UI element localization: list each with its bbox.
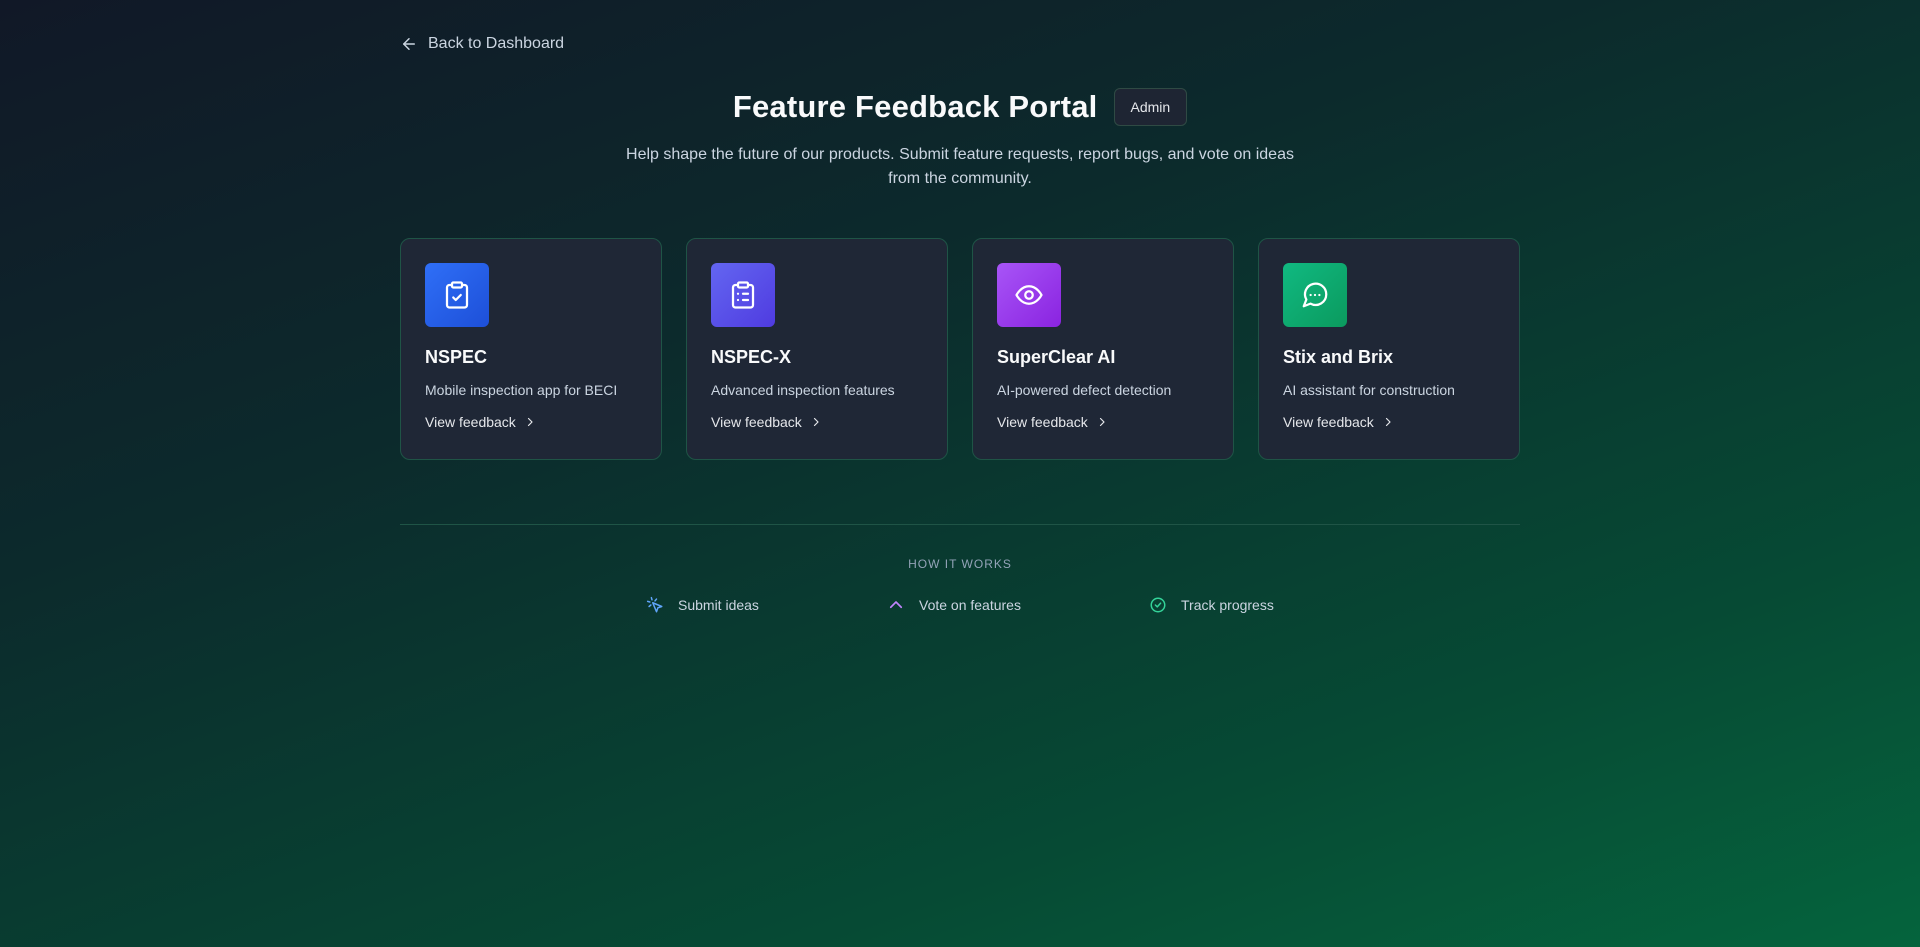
back-label: Back to Dashboard — [428, 35, 565, 52]
view-feedback-label: View feedback — [1283, 414, 1374, 430]
product-name: NSPEC-X — [711, 347, 792, 367]
product-icon-tile — [997, 263, 1061, 327]
product-description: Mobile inspection app for BECI — [425, 382, 618, 398]
view-feedback-link[interactable]: View feedback — [425, 414, 637, 430]
how-step-label: Vote on features — [919, 597, 1021, 613]
product-card-nspec[interactable]: NSPEC Mobile inspection app for BECI Vie… — [400, 238, 662, 460]
how-step-submit-ideas: Submit ideas — [646, 596, 759, 614]
chevron-right-icon — [813, 417, 819, 427]
view-feedback-link[interactable]: View feedback — [711, 414, 923, 430]
product-icon-tile — [1283, 263, 1347, 327]
product-card-nspec-x[interactable]: NSPEC-X Advanced inspection features Vie… — [686, 238, 948, 460]
product-icon-tile — [711, 263, 775, 327]
header: Feature Feedback Portal Admin — [400, 88, 1520, 126]
pointer-click-icon — [646, 596, 663, 613]
product-icon-tile — [425, 263, 489, 327]
clipboard-check-icon — [445, 281, 469, 309]
chevron-right-icon — [1099, 417, 1105, 427]
chevron-up-icon — [889, 601, 903, 609]
page-subtitle: Help shape the future of our products. S… — [626, 146, 1294, 187]
how-step-label: Track progress — [1181, 597, 1274, 613]
check-circle-icon — [1150, 597, 1166, 613]
back-to-dashboard-link[interactable]: Back to Dashboard — [400, 32, 564, 56]
how-it-works-heading: HOW IT WORKS — [908, 557, 1012, 571]
view-feedback-label: View feedback — [997, 414, 1088, 430]
chevron-right-icon — [527, 417, 533, 427]
view-feedback-label: View feedback — [711, 414, 802, 430]
product-card-superclear-ai[interactable]: SuperClear AI AI-powered defect detectio… — [972, 238, 1234, 460]
chevron-right-icon — [1385, 417, 1391, 427]
clipboard-list-icon — [731, 281, 755, 309]
admin-button[interactable]: Admin — [1113, 88, 1188, 126]
view-feedback-link[interactable]: View feedback — [997, 414, 1209, 430]
product-name: SuperClear AI — [997, 347, 1116, 367]
message-circle-icon — [1302, 282, 1328, 308]
how-step-label: Submit ideas — [678, 597, 759, 613]
product-description: AI assistant for construction — [1283, 382, 1455, 398]
how-step-track: Track progress — [1149, 596, 1274, 614]
view-feedback-label: View feedback — [425, 414, 516, 430]
product-card-stix-and-brix[interactable]: Stix and Brix AI assistant for construct… — [1258, 238, 1520, 460]
view-feedback-link[interactable]: View feedback — [1283, 414, 1495, 430]
product-cards: NSPEC Mobile inspection app for BECI Vie… — [400, 238, 1520, 460]
section-divider — [400, 524, 1520, 525]
product-description: AI-powered defect detection — [997, 382, 1172, 398]
eye-icon — [1015, 285, 1043, 305]
page-title: Feature Feedback Portal — [732, 89, 1098, 124]
product-name: Stix and Brix — [1283, 347, 1394, 367]
how-step-vote: Vote on features — [887, 596, 1021, 614]
product-name: NSPEC — [425, 347, 488, 367]
product-description: Advanced inspection features — [711, 382, 895, 398]
arrow-left-icon — [403, 38, 415, 50]
